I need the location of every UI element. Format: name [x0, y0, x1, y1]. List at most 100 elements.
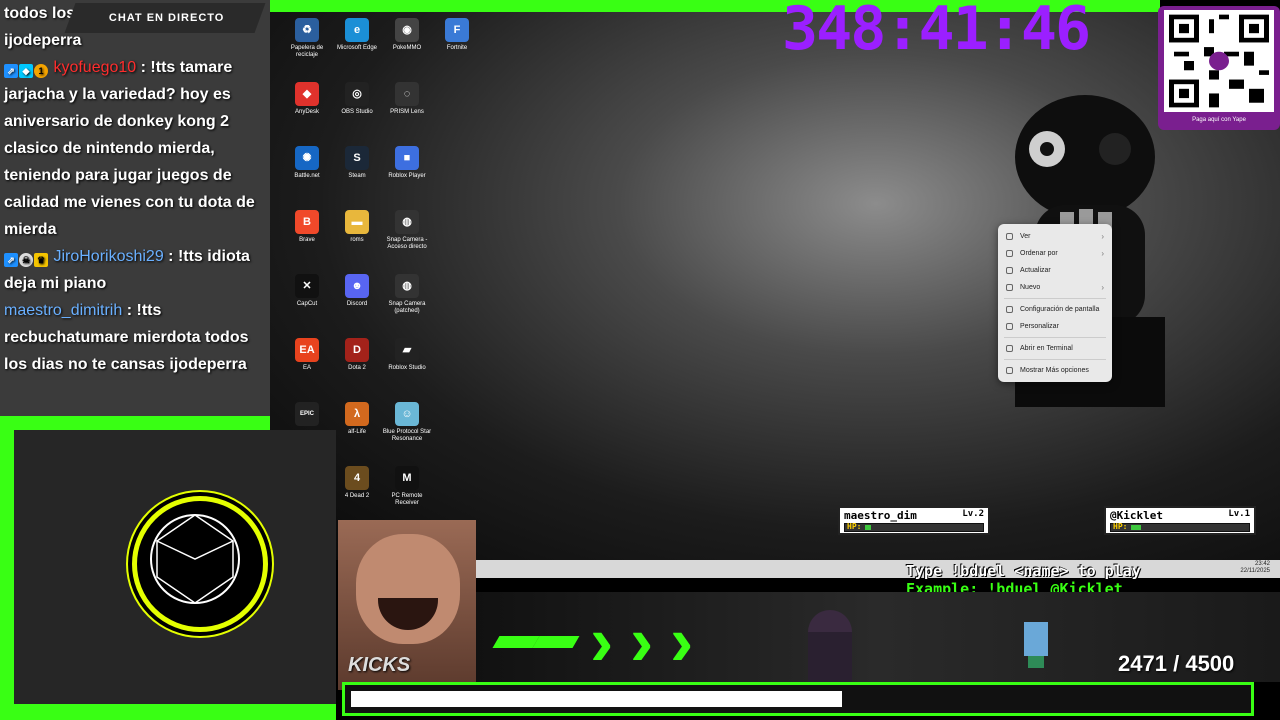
menu-item-icon: [1006, 284, 1013, 291]
menu-item-icon: [1006, 367, 1013, 374]
battlenet-icon: ✺: [295, 146, 319, 170]
context-menu-label: Mostrar Más opciones: [1020, 367, 1089, 374]
chat-message: ⇗ ◆ 1 kyofuego10 : !tts tamare jarjacha y …: [4, 54, 266, 243]
half-life-icon: λ: [345, 402, 369, 426]
context-menu-item[interactable]: Abrir en Terminal: [998, 340, 1112, 357]
badge-icon: ⇗: [4, 64, 18, 78]
desktop-shortcut-label: PokeMMO: [392, 45, 422, 51]
goal-counter: 2471 / 4500: [1118, 651, 1234, 677]
desktop-shortcut[interactable]: ☺ Blue Protocol Star Resonance: [382, 402, 432, 443]
menu-item-icon: [1006, 233, 1013, 240]
channel-logo-icon: [132, 496, 268, 632]
context-menu-item[interactable]: Nuevo ›: [998, 279, 1112, 296]
context-menu-label: Ordenar por: [1020, 250, 1058, 257]
context-menu-label: Abrir en Terminal: [1020, 345, 1073, 352]
kicks-label: KICKS: [348, 654, 411, 676]
crown-badge-icon: ♛: [34, 253, 48, 267]
desktop-shortcut[interactable]: ◍ Snap Camera - Acceso directo: [382, 210, 432, 251]
desktop-shortcut-label: Blue Protocol Star Resonance: [382, 429, 432, 442]
context-menu-label: Nuevo: [1020, 284, 1041, 291]
duel-instruction: Type !bduel <name> to play: [906, 562, 1141, 580]
duel-player2-name: @Kicklet: [1110, 509, 1163, 522]
live-chat-panel: todos los dias no te cansasijodeperra ⇗◆…: [0, 0, 270, 416]
context-menu-label: Configuración de pantalla: [1020, 306, 1100, 313]
context-menu-item[interactable]: Ordenar por ›: [998, 245, 1112, 262]
desktop-shortcut[interactable]: D Dota 2: [332, 338, 382, 372]
desktop-shortcut[interactable]: ◉ PokeMMO: [382, 18, 432, 52]
desktop-shortcut-label: OBS Studio: [341, 109, 373, 115]
desktop-shortcut[interactable]: e Microsoft Edge: [332, 18, 382, 52]
context-menu-item[interactable]: Configuración de pantalla: [998, 301, 1112, 318]
menu-item-icon: [1006, 306, 1013, 313]
desktop-shortcut-label: Snap Camera (patched): [388, 301, 426, 314]
chat-messages: todos los dias no te cansasijodeperra ⇗◆…: [4, 0, 266, 378]
desktop-shortcut[interactable]: ◆ AnyDesk: [282, 82, 332, 116]
desktop-shortcut-label: alf-Life: [347, 429, 366, 435]
context-menu-item[interactable]: Ver ›: [998, 228, 1112, 245]
yape-qr-code-icon: [1164, 10, 1274, 112]
desktop-shortcut[interactable]: ◎ OBS Studio: [332, 82, 382, 116]
anydesk-icon: ◆: [295, 82, 319, 106]
chat-title-banner: CHAT EN DIRECTO: [64, 3, 266, 33]
desktop-shortcut[interactable]: S Steam: [332, 146, 382, 180]
chat-message-text: ijodeperra: [4, 32, 82, 49]
desktop-shortcut[interactable]: M PC Remote Receiver: [382, 466, 432, 507]
menu-item-icon: [1006, 250, 1013, 257]
desktop-shortcut-label: Papelera de reciclaje: [290, 45, 324, 58]
badge-icon: ⇗: [4, 253, 18, 267]
chevron-right-icon: ›: [1101, 249, 1104, 258]
desktop-shortcut-label: Roblox Player: [388, 173, 426, 179]
menu-separator: [1004, 337, 1106, 338]
context-menu-item[interactable]: Actualizar: [998, 262, 1112, 279]
goal-separator: /: [1173, 651, 1180, 676]
context-menu-item[interactable]: Mostrar Más opciones: [998, 362, 1112, 379]
desktop-shortcut-label: AnyDesk: [294, 109, 319, 115]
skull-badge-icon: ☠: [19, 253, 33, 267]
chat-username[interactable]: maestro_dimitrih: [4, 302, 122, 319]
desktop-shortcut[interactable]: 4 4 Dead 2: [332, 466, 382, 500]
brave-icon: B: [295, 210, 319, 234]
desktop-shortcut[interactable]: ◌ PRISM Lens: [382, 82, 432, 116]
chat-message: ⇗ ☠ ♛ JiroHorikoshi29 : !tts idiota deja m…: [4, 243, 266, 297]
desktop-shortcut[interactable]: ▰ Roblox Studio: [382, 338, 432, 372]
green-frame-cam-bottom: [0, 704, 336, 720]
obs-icon: ◎: [345, 82, 369, 106]
windows-taskbar[interactable]: 23:42 22/11/2025: [476, 560, 1280, 578]
chat-username[interactable]: JiroHorikoshi29: [53, 248, 163, 265]
desktop-shortcut-label: Snap Camera - Acceso directo: [386, 237, 428, 250]
desktop-shortcut[interactable]: ✺ Battle.net: [282, 146, 332, 180]
desktop-shortcut[interactable]: ✕ CapCut: [282, 274, 332, 308]
desktop-shortcut-label: Microsoft Edge: [336, 45, 378, 51]
epic-games-icon: EPIC: [295, 402, 319, 426]
hp-label: HP:: [847, 522, 862, 531]
chevron-right-icon: ›: [630, 602, 654, 680]
desktop-shortcut[interactable]: ▬ roms: [332, 210, 382, 244]
desktop-shortcut[interactable]: EPIC: [282, 402, 332, 429]
chevron-right-icon: ›: [590, 602, 614, 680]
hp-label: HP:: [1113, 522, 1128, 531]
taskbar-date: 22/11/2025: [1240, 568, 1270, 574]
chevron-right-icon: ›: [670, 602, 694, 680]
chat-username[interactable]: kyofuego10: [53, 59, 136, 76]
discord-icon: ☻: [345, 274, 369, 298]
taskbar-clock[interactable]: 23:42 22/11/2025: [1240, 561, 1270, 575]
snap-camera-icon: ◍: [395, 274, 419, 298]
desktop-shortcut[interactable]: B Brave: [282, 210, 332, 244]
dota2-icon: D: [345, 338, 369, 362]
desktop-shortcut[interactable]: ♻ Papelera de reciclaje: [282, 18, 332, 59]
context-menu-item[interactable]: Personalizar: [998, 318, 1112, 335]
desktop-shortcut-label: Battle.net: [294, 173, 320, 179]
fortnite-icon: F: [445, 18, 469, 42]
context-menu-label: Ver: [1020, 233, 1031, 240]
desktop-shortcut-label: CapCut: [296, 301, 318, 307]
desktop-shortcut[interactable]: ☻ Discord: [332, 274, 382, 308]
chat-message-text: : !tts tamare jarjacha y la variedad? ho…: [4, 59, 255, 238]
menu-item-icon: [1006, 267, 1013, 274]
desktop-shortcut[interactable]: F Fortnite: [432, 18, 482, 52]
left4dead-icon: 4: [345, 466, 369, 490]
desktop-shortcut[interactable]: EA EA: [282, 338, 332, 372]
desktop-shortcut[interactable]: ◍ Snap Camera (patched): [382, 274, 432, 315]
desktop-shortcut[interactable]: λ alf-Life: [332, 402, 382, 436]
capcut-icon: ✕: [295, 274, 319, 298]
desktop-shortcut[interactable]: ■ Roblox Player: [382, 146, 432, 180]
